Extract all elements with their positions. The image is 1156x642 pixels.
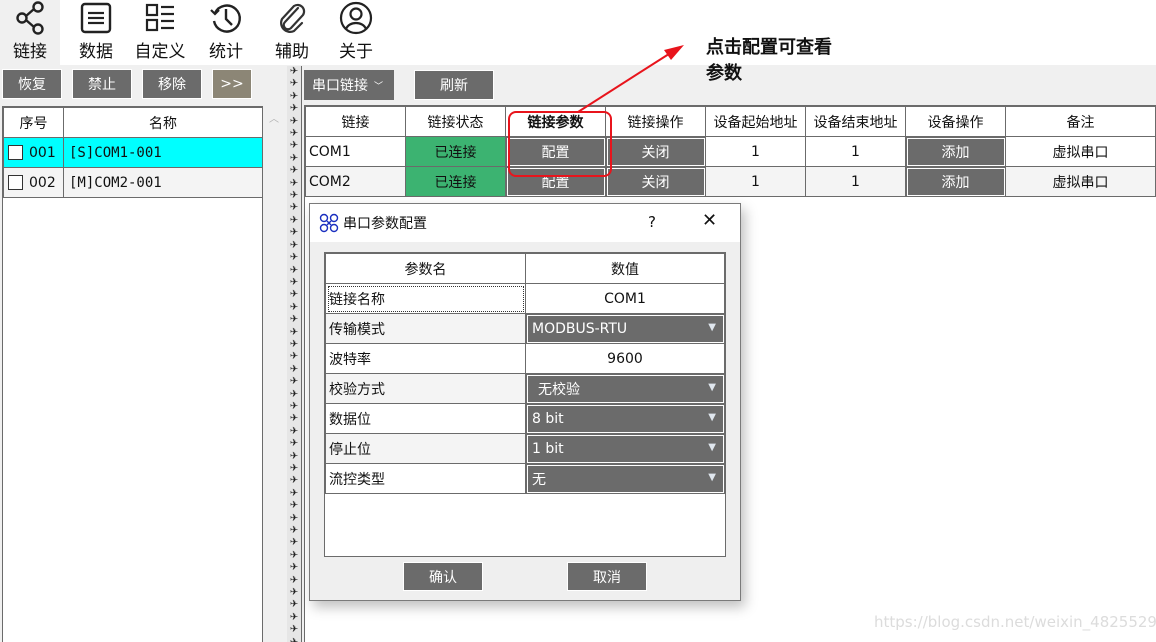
param-name: 流控类型 <box>325 463 526 494</box>
param-row: 停止位 1 bit ▼ <box>325 433 725 464</box>
chevron-down-icon: ▼ <box>708 412 716 423</box>
splitter-grip-icon: ✈ <box>289 289 299 301</box>
watermark: https://blog.csdn.net/weixin_48255293 <box>874 613 1156 631</box>
param-row: 链接名称 COM1 <box>325 283 725 314</box>
splitter-grip-icon: ✈ <box>289 351 299 363</box>
select-value: 无校验 <box>538 381 580 398</box>
splitter-grip-icon: ✈ <box>289 450 299 462</box>
param-table: 参数名 数值 链接名称 COM1 传输模式 MODBUS-RTU ▼ 波特率 96… <box>325 253 725 494</box>
param-name: 数据位 <box>325 403 526 434</box>
stop-bits-select[interactable]: 1 bit ▼ <box>525 433 725 464</box>
annotation-line: 参数 <box>706 63 742 84</box>
splitter-grip-icon: ✈ <box>289 388 299 400</box>
annotation-line: 点击配置可查看 <box>706 37 832 58</box>
chevron-down-icon: ▼ <box>708 472 716 483</box>
splitter-grip-icon: ✈ <box>289 276 299 288</box>
splitter-grip-icon: ✈ <box>289 252 299 264</box>
splitter-grip-icon: ✈ <box>289 202 299 214</box>
splitter-grip-icon: ✈ <box>289 301 299 313</box>
app-logo-icon <box>319 213 339 233</box>
splitter-grip-icon: ✈ <box>289 512 299 524</box>
close-icon[interactable]: ✕ <box>702 210 717 231</box>
splitter-grip-icon: ✈ <box>289 425 299 437</box>
splitter-grip-icon: ✈ <box>289 326 299 338</box>
parity-select[interactable]: 无校验 ▼ <box>525 373 725 404</box>
splitter-grip-icon: ✈ <box>289 487 299 499</box>
param-name: 传输模式 <box>325 313 526 344</box>
splitter-grip-icon: ✈ <box>289 525 299 537</box>
splitter-grip-icon: ✈ <box>289 214 299 226</box>
param-row: 传输模式 MODBUS-RTU ▼ <box>325 313 725 344</box>
param-name: 波特率 <box>325 343 526 374</box>
splitter-grip-icon: ✈ <box>289 611 299 623</box>
splitter-grip-icon: ✈ <box>289 376 299 388</box>
splitter-grip-icon: ✈ <box>289 587 299 599</box>
splitter-grip-icon: ✈ <box>289 537 299 549</box>
confirm-button[interactable]: 确认 <box>403 562 483 591</box>
dialog-title: 串口参数配置 <box>343 216 427 232</box>
link-name-field[interactable]: COM1 <box>525 283 725 314</box>
cancel-button[interactable]: 取消 <box>567 562 647 591</box>
splitter-grip-icon: ✈ <box>289 363 299 375</box>
splitter-grip-icon: ✈ <box>289 227 299 239</box>
splitter-grip-icon: ✈ <box>289 463 299 474</box>
param-row: 数据位 8 bit ▼ <box>325 403 725 434</box>
splitter-grip-icon: ✈ <box>289 500 299 512</box>
serial-config-dialog: 串口参数配置 ? ✕ 参数名 数值 链接名称 COM1 传输模式 MODBUS-… <box>309 203 741 601</box>
splitter-grip-icon: ✈ <box>289 239 299 251</box>
param-table-container: 参数名 数值 链接名称 COM1 传输模式 MODBUS-RTU ▼ 波特率 96… <box>324 252 726 557</box>
splitter-grip-icon: ✈ <box>289 549 299 561</box>
param-name: 链接名称 <box>325 283 526 314</box>
splitter-grip-icon: ✈ <box>289 599 299 611</box>
annotation-text: 点击配置可查看 参数 <box>706 35 832 87</box>
splitter-grip-icon: ✈ <box>289 475 299 487</box>
param-name: 校验方式 <box>325 373 526 404</box>
param-name: 停止位 <box>325 433 526 464</box>
splitter-grip-icon: ✈ <box>289 624 299 636</box>
splitter-grip-icon: ✈ <box>289 562 299 574</box>
splitter-grip-icon: ✈ <box>289 574 299 586</box>
splitter-grip-icon: ✈ <box>289 264 299 276</box>
splitter-grip-icon: ✈ <box>287 637 301 642</box>
select-value: 8 bit <box>532 410 564 427</box>
splitter-grip-icon: ✈ <box>289 400 299 412</box>
annotation-arrow-icon <box>577 45 684 113</box>
splitter-grip-icon: ✈ <box>289 314 299 326</box>
param-row: 校验方式 无校验 ▼ <box>325 373 725 404</box>
select-value: 无 <box>532 471 546 488</box>
select-value: 1 bit <box>532 440 564 457</box>
param-row: 流控类型 无 ▼ <box>325 463 725 494</box>
chevron-down-icon: ▼ <box>708 382 716 393</box>
column-header: 数值 <box>525 253 725 284</box>
transfer-mode-select[interactable]: MODBUS-RTU ▼ <box>525 313 725 344</box>
data-bits-select[interactable]: 8 bit ▼ <box>525 403 725 434</box>
chevron-down-icon: ▼ <box>708 442 716 453</box>
dialog-titlebar[interactable]: 串口参数配置 ? ✕ <box>310 204 740 242</box>
splitter-grip-icon: ✈ <box>289 438 299 450</box>
splitter-grip-icon: ✈ <box>289 413 299 425</box>
flow-control-select[interactable]: 无 ▼ <box>525 463 725 494</box>
column-header: 参数名 <box>325 253 526 284</box>
baud-rate-field[interactable]: 9600 <box>525 343 725 374</box>
select-value: MODBUS-RTU <box>532 320 628 337</box>
param-row: 波特率 9600 <box>325 343 725 374</box>
help-button[interactable]: ? <box>648 213 656 231</box>
chevron-down-icon: ▼ <box>708 322 716 333</box>
splitter-grip-icon: ✈ <box>289 338 299 350</box>
